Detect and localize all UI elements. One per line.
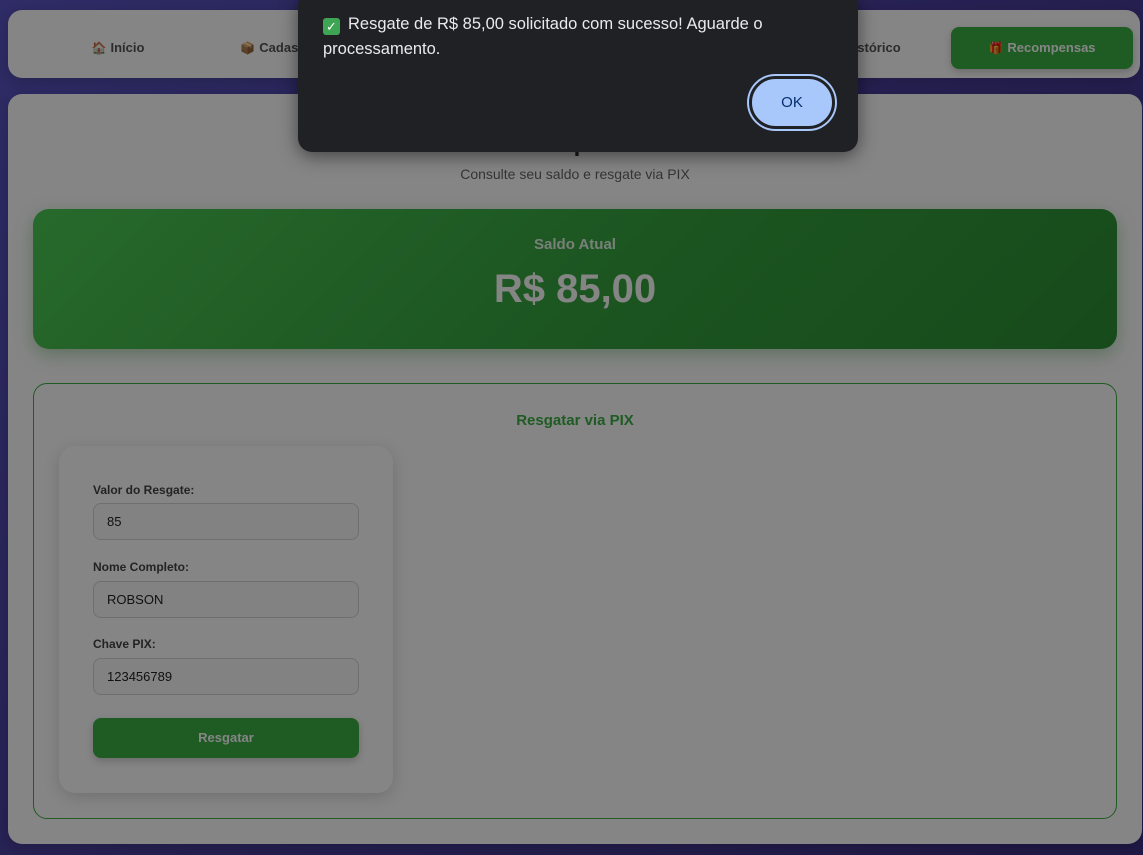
alert-dialog: ✓ Resgate de R$ 85,00 solicitado com suce… bbox=[298, 0, 858, 152]
alert-message-text: Resgate de R$ 85,00 solicitado com suces… bbox=[323, 15, 763, 58]
ok-button[interactable]: OK bbox=[749, 76, 835, 129]
alert-message: ✓ Resgate de R$ 85,00 solicitado com suce… bbox=[323, 12, 843, 62]
check-mark-icon: ✓ bbox=[323, 18, 340, 35]
